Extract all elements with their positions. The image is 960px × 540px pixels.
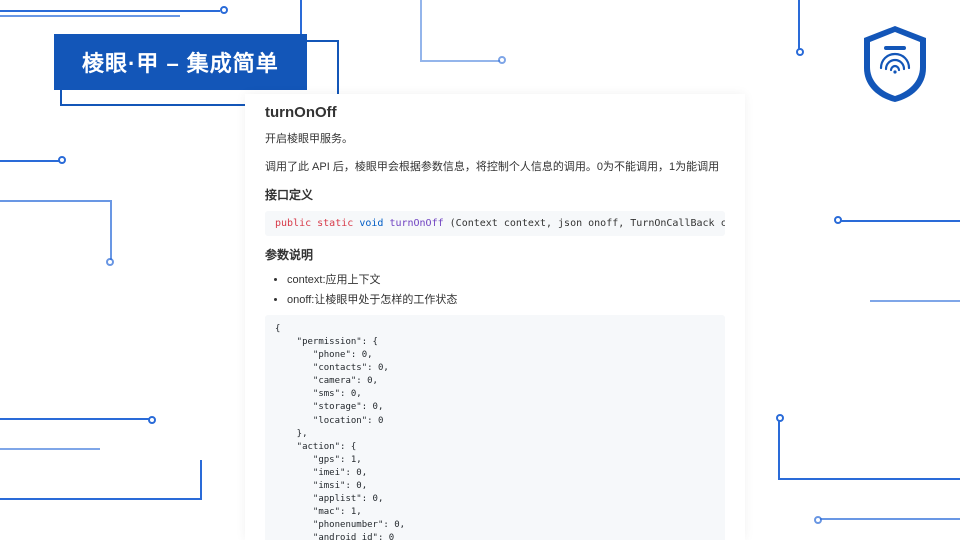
slide-title: 棱眼·甲 – 集成简单 xyxy=(54,34,307,90)
kw-void: void xyxy=(359,218,383,229)
section-api-def: 接口定义 xyxy=(265,186,725,203)
api-doc-panel: turnOnOff 开启棱眼甲服务。 调用了此 API 后，棱眼甲会根据参数信息… xyxy=(245,94,745,540)
fn-args: (Context context, json onoff, TurnOnCall… xyxy=(450,218,725,229)
brand-logo xyxy=(860,24,930,104)
kw-public-static: public static xyxy=(275,218,353,229)
api-intro-1: 开启棱眼甲服务。 xyxy=(265,131,725,149)
param-onoff: onoff:让棱眼甲处于怎样的工作状态 xyxy=(287,291,725,307)
json-example: { "permission": { "phone": 0, "contacts"… xyxy=(265,315,725,540)
api-method-name: turnOnOff xyxy=(265,104,725,121)
section-params: 参数说明 xyxy=(265,246,725,263)
api-signature: public static void turnOnOff (Context co… xyxy=(265,211,725,236)
api-intro-2: 调用了此 API 后，棱眼甲会根据参数信息，将控制个人信息的调用。0为不能调用，… xyxy=(265,159,725,177)
param-list: context:应用上下文 onoff:让棱眼甲处于怎样的工作状态 xyxy=(265,271,725,307)
param-context: context:应用上下文 xyxy=(287,271,725,287)
fn-name: turnOnOff xyxy=(389,218,443,229)
